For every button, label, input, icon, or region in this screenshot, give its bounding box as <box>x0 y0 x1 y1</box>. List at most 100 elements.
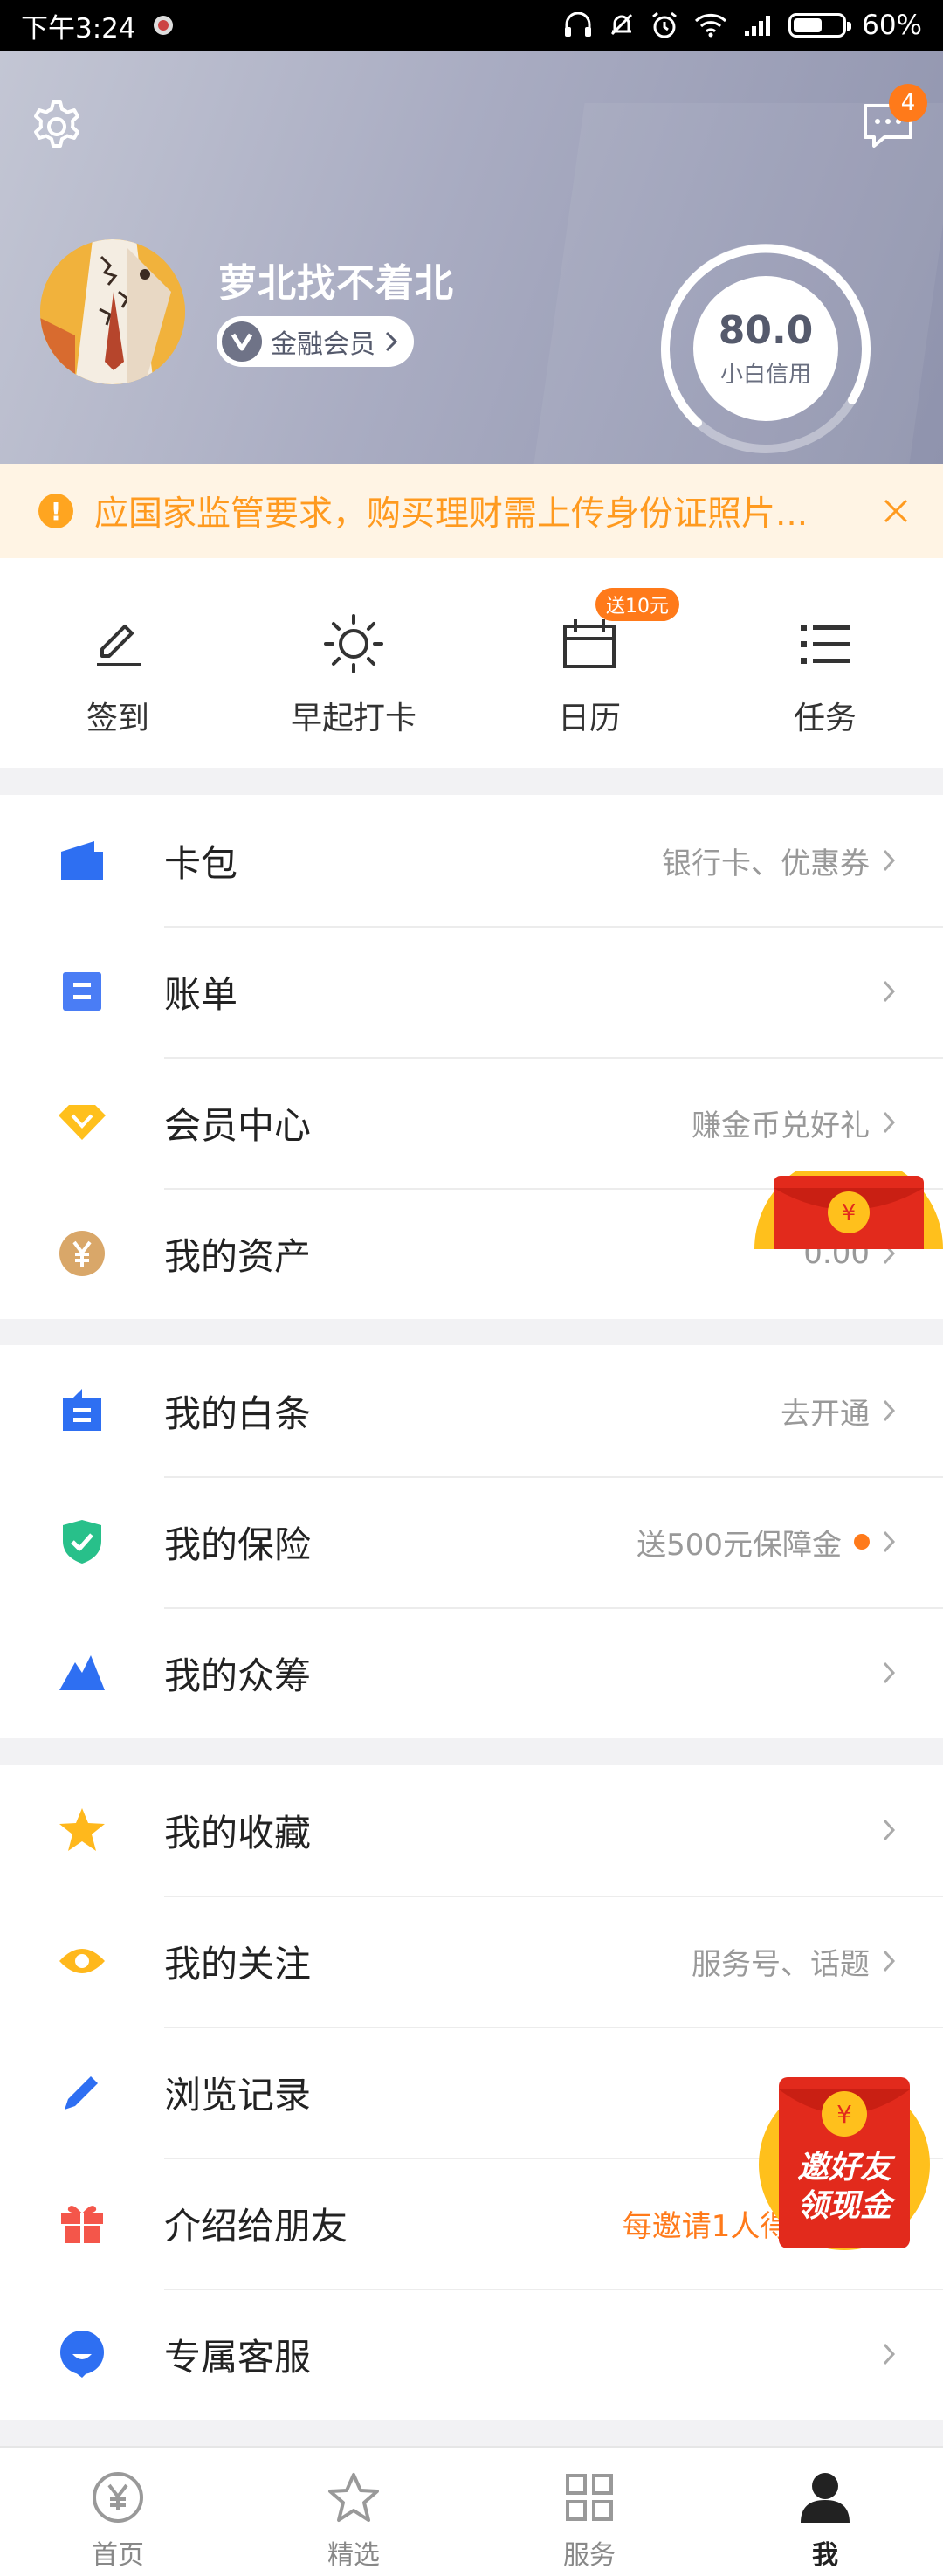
alarm-icon <box>650 11 678 39</box>
menu-item-title: 我的保险 <box>164 1523 312 1566</box>
new-indicator-dot <box>854 1534 870 1550</box>
signal-icon <box>743 13 773 38</box>
settings-button[interactable] <box>26 96 87 157</box>
pencil-icon <box>0 2071 164 2113</box>
quick-action-label: 签到 <box>86 701 149 736</box>
chevron-right-icon <box>882 1818 943 1842</box>
quick-action-label: 早起打卡 <box>290 701 416 736</box>
headset-icon <box>563 12 593 38</box>
menu-item-crowdfunding[interactable]: 我的众筹 <box>0 1607 943 1738</box>
member-level-label: 金融会员 <box>271 329 375 360</box>
menu-item-card-wallet[interactable]: 卡包 银行卡、优惠券 <box>0 795 943 926</box>
list-icon <box>790 609 860 679</box>
gear-icon <box>34 100 79 148</box>
chevron-right-icon <box>882 1530 943 1554</box>
chevron-right-icon <box>882 979 943 1004</box>
menu-item-subtitle: 服务号、话题 <box>692 1946 870 1982</box>
menu-item-subtitle: 去开通 <box>781 1396 870 1432</box>
chevron-right-icon <box>882 848 943 873</box>
bill-icon <box>0 970 164 1012</box>
menu-item-title: 账单 <box>164 972 238 1016</box>
chat-bubble-icon <box>0 2330 164 2379</box>
menu-item-bill[interactable]: 账单 <box>0 926 943 1057</box>
chevron-right-icon <box>882 2342 943 2366</box>
member-level-button[interactable]: 金融会员 <box>217 316 414 367</box>
menu-section-products: 我的白条 去开通 我的保险 送500元保障金 我的众筹 <box>0 1345 943 1738</box>
nav-services[interactable]: 服务 <box>472 2448 707 2576</box>
menu-item-title: 介绍给朋友 <box>164 2204 348 2248</box>
menu-item-subtitle: 赚金币兑好礼 <box>692 1108 870 1143</box>
nav-label: 首页 <box>92 2540 144 2571</box>
quick-actions: 签到 早起打卡 送10元 日历 任务 <box>0 558 943 768</box>
message-button[interactable]: 4 <box>857 84 927 157</box>
star-icon <box>0 1806 164 1854</box>
exclamation-icon: ! <box>38 494 73 528</box>
chevron-right-icon <box>882 1398 943 1423</box>
pen-icon <box>83 609 153 679</box>
credit-label: 小白信用 <box>719 362 811 388</box>
home-yuan-icon <box>87 2467 148 2528</box>
menu-item-title: 我的关注 <box>164 1942 312 1986</box>
battery-percent: 60% <box>862 10 922 41</box>
nav-home[interactable]: 首页 <box>0 2448 236 2576</box>
close-icon <box>884 499 908 523</box>
quick-action-label: 任务 <box>793 701 857 736</box>
chevron-right-icon <box>882 1110 943 1135</box>
menu-item-title: 卡包 <box>164 841 238 885</box>
red-packet-floating-button[interactable]: ¥ <box>754 1171 943 1249</box>
quick-action-tasks[interactable]: 任务 <box>707 558 943 768</box>
eye-icon <box>0 1945 164 1977</box>
quick-action-early-rise[interactable]: 早起打卡 <box>236 558 472 768</box>
menu-item-subtitle: 银行卡、优惠券 <box>662 846 870 881</box>
yuan-coin-icon <box>0 1230 164 1277</box>
menu-item-title: 我的资产 <box>164 1234 312 1278</box>
calendar-promo-badge: 送10元 <box>595 588 679 621</box>
ious-icon <box>0 1389 164 1433</box>
menu-item-title: 会员中心 <box>164 1103 312 1147</box>
nav-label: 我 <box>812 2540 838 2571</box>
menu-item-title: 我的白条 <box>164 1392 312 1435</box>
menu-item-favorites[interactable]: 我的收藏 <box>0 1765 943 1896</box>
invite-badge-text: 邀好友 领现金 <box>753 2149 936 2226</box>
quick-action-checkin[interactable]: 签到 <box>0 558 236 768</box>
sun-icon <box>319 609 389 679</box>
notice-banner[interactable]: ! 应国家监管要求，购买理财需上传身份证照片... <box>0 464 943 558</box>
invite-badge-line1: 邀好友 <box>796 2150 891 2186</box>
invite-cash-floating-button[interactable]: ¥ 邀好友 领现金 <box>753 2068 936 2252</box>
star-outline-icon <box>323 2467 384 2528</box>
wallet-icon <box>0 839 164 881</box>
menu-item-following[interactable]: 我的关注 服务号、话题 <box>0 1896 943 2027</box>
chevron-right-icon <box>882 1949 943 1973</box>
status-bar: 下午3:24 60% <box>0 0 943 51</box>
notice-close-button[interactable] <box>870 485 922 537</box>
shield-check-icon <box>0 1518 164 1565</box>
nav-me[interactable]: 我 <box>707 2448 943 2576</box>
mountain-icon <box>0 1654 164 1692</box>
menu-item-baitiao[interactable]: 我的白条 去开通 <box>0 1345 943 1476</box>
svg-text:¥: ¥ <box>842 1200 857 1226</box>
avatar[interactable] <box>40 239 185 384</box>
nav-featured[interactable]: 精选 <box>236 2448 472 2576</box>
profile-header: 4 萝北找不着北 金融会员 80.0 小白信用 <box>0 51 943 464</box>
message-count-badge: 4 <box>889 84 927 122</box>
quick-action-calendar[interactable]: 送10元 日历 <box>472 558 707 768</box>
menu-item-title: 我的收藏 <box>164 1811 312 1854</box>
battery-icon <box>788 13 852 38</box>
menu-item-subtitle: 送500元保障金 <box>637 1527 842 1563</box>
nav-label: 精选 <box>327 2540 380 2571</box>
mute-bell-icon <box>609 11 635 39</box>
person-icon <box>795 2467 856 2528</box>
quick-action-label: 日历 <box>557 701 621 736</box>
chevron-right-icon <box>882 1661 943 1685</box>
menu-item-insurance[interactable]: 我的保险 送500元保障金 <box>0 1476 943 1607</box>
app-notification-icon <box>152 14 175 37</box>
credit-score-circle: 80.0 小白信用 <box>693 276 838 421</box>
grid-icon <box>559 2467 620 2528</box>
menu-item-member-center[interactable]: 会员中心 赚金币兑好礼 <box>0 1057 943 1188</box>
red-envelope-icon: ¥ <box>754 1171 943 1249</box>
gift-icon <box>0 2201 164 2245</box>
invite-badge-line2: 领现金 <box>796 2188 891 2224</box>
credit-score-widget[interactable]: 80.0 小白信用 <box>657 239 875 458</box>
diamond-icon <box>0 1103 164 1142</box>
menu-item-customer-service[interactable]: 专属客服 <box>0 2289 943 2420</box>
